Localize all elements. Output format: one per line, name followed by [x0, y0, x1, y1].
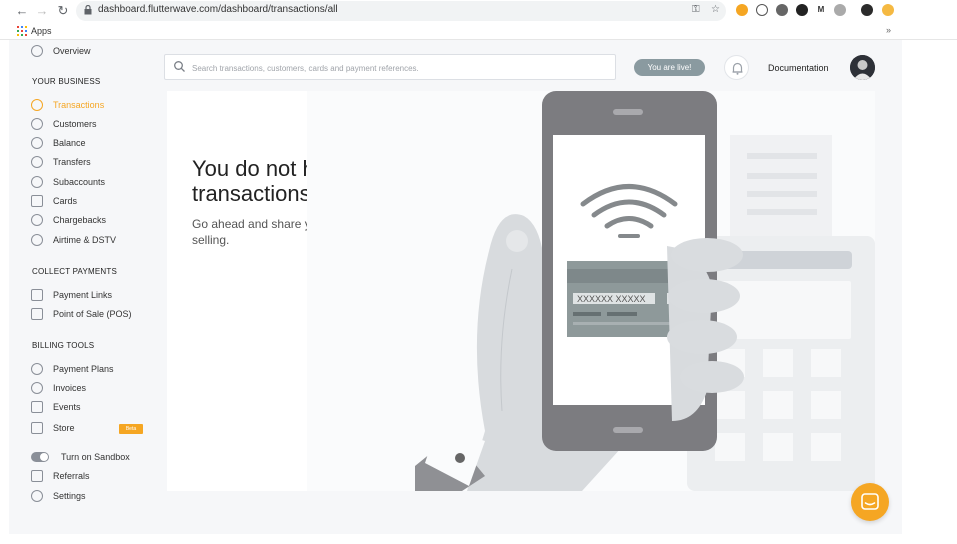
- payment-plans-icon: [31, 363, 43, 375]
- extension-icon[interactable]: [882, 4, 894, 16]
- sidebar-item-label: Store: [53, 423, 75, 433]
- forward-arrow-icon[interactable]: →: [34, 3, 50, 19]
- search-input[interactable]: [192, 60, 607, 76]
- sidebar-item-store[interactable]: Store: [31, 420, 75, 436]
- chat-icon: [861, 493, 879, 510]
- sidebar-item-label: Payment Links: [53, 290, 113, 300]
- bell-icon: [732, 62, 743, 75]
- sidebar-item-chargebacks[interactable]: Chargebacks: [31, 212, 106, 228]
- card-number-text: XXXXXX XXXXX: [577, 294, 646, 304]
- pocket-extension-icon[interactable]: [756, 4, 768, 16]
- notifications-button[interactable]: [724, 55, 749, 80]
- phone-payment-illustration: XXXXXX XXXXX: [307, 91, 875, 491]
- extension-icon[interactable]: [736, 4, 748, 16]
- chargebacks-icon: [31, 214, 43, 226]
- empty-state-card: You do not have any transactions yet. Go…: [167, 91, 875, 491]
- sidebar-item-balance[interactable]: Balance: [31, 135, 86, 151]
- extension-icon[interactable]: [796, 4, 808, 16]
- bookmarks-overflow[interactable]: »: [886, 25, 891, 35]
- store-icon: [31, 422, 43, 434]
- beta-badge: Beta: [119, 424, 143, 434]
- search-icon: [174, 61, 185, 72]
- sidebar-item-invoices[interactable]: Invoices: [31, 380, 86, 396]
- subaccounts-icon: [31, 176, 43, 188]
- sidebar-item-transfers[interactable]: Transfers: [31, 154, 91, 170]
- back-arrow-icon[interactable]: ←: [14, 3, 30, 19]
- chat-button[interactable]: [851, 483, 889, 521]
- avatar[interactable]: [850, 55, 875, 80]
- search-box[interactable]: [164, 54, 616, 80]
- sidebar-item-label: Subaccounts: [53, 177, 106, 187]
- browser-chrome: ← → ↻ dashboard.flutterwave.com/dashboar…: [0, 0, 957, 40]
- balance-icon: [31, 137, 43, 149]
- documentation-link[interactable]: Documentation: [768, 63, 829, 73]
- gear-icon: [31, 490, 43, 502]
- reload-icon[interactable]: ↻: [55, 3, 71, 19]
- bookmark-star-icon[interactable]: ☆: [711, 4, 720, 15]
- section-heading-collect-payments: COLLECT PAYMENTS: [32, 267, 117, 276]
- sidebar-item-label: Customers: [53, 119, 97, 129]
- pos-icon: [31, 308, 43, 320]
- sidebar-item-events[interactable]: Events: [31, 399, 81, 415]
- sidebar-item-referrals[interactable]: Referrals: [31, 468, 90, 484]
- sidebar-item-label: Settings: [53, 491, 86, 501]
- sidebar-item-label: Transfers: [53, 157, 91, 167]
- sidebar-item-subaccounts[interactable]: Subaccounts: [31, 174, 105, 190]
- events-icon: [31, 401, 43, 413]
- sidebar-item-overview[interactable]: Overview: [31, 43, 91, 59]
- lock-icon: [84, 5, 92, 15]
- user-avatar-image: [850, 55, 875, 80]
- transfers-icon: [31, 156, 43, 168]
- airtime-icon: [31, 234, 43, 246]
- profile-avatar-icon[interactable]: [861, 4, 873, 16]
- customers-icon: [31, 118, 43, 130]
- extension-icon[interactable]: [834, 4, 846, 16]
- sidebar-item-label: Payment Plans: [53, 364, 114, 374]
- sidebar-item-airtime[interactable]: Airtime & DSTV: [31, 232, 116, 248]
- sidebar-item-label: Balance: [53, 138, 86, 148]
- sidebar-item-label: Cards: [53, 196, 78, 206]
- apps-bookmark[interactable]: Apps: [31, 26, 52, 36]
- link-icon: [31, 289, 43, 301]
- cards-icon: [31, 195, 43, 207]
- sidebar-item-transactions[interactable]: Transactions: [31, 97, 104, 113]
- sidebar-item-label: Overview: [53, 46, 91, 56]
- sidebar-item-settings[interactable]: Settings: [31, 488, 86, 504]
- sidebar-item-label: Chargebacks: [53, 215, 107, 225]
- sidebar-item-cards[interactable]: Cards: [31, 193, 77, 209]
- referrals-icon: [31, 470, 43, 482]
- gmail-extension-icon[interactable]: M: [815, 4, 827, 16]
- overview-icon: [31, 45, 43, 57]
- invoices-icon: [31, 382, 43, 394]
- section-heading-your-business: YOUR BUSINESS: [32, 77, 101, 86]
- sidebar-item-customers[interactable]: Customers: [31, 116, 97, 132]
- sidebar-item-label: Airtime & DSTV: [53, 235, 117, 245]
- sidebar-item-label: Referrals: [53, 471, 90, 481]
- sidebar-item-label: Transactions: [53, 100, 105, 110]
- extension-icon[interactable]: [776, 4, 788, 16]
- sidebar-item-pos[interactable]: Point of Sale (POS): [31, 306, 132, 322]
- sidebar-item-label: Invoices: [53, 383, 87, 393]
- lightning-icon: [31, 99, 43, 111]
- sandbox-toggle[interactable]: Turn on Sandbox: [31, 449, 130, 465]
- apps-grid-icon[interactable]: [17, 26, 27, 36]
- sidebar-item-payment-plans[interactable]: Payment Plans: [31, 361, 114, 377]
- sidebar: Overview YOUR BUSINESS Transactions Cust…: [9, 40, 159, 534]
- toggle-icon[interactable]: [31, 452, 49, 462]
- sidebar-item-label: Point of Sale (POS): [53, 309, 132, 319]
- address-bar[interactable]: dashboard.flutterwave.com/dashboard/tran…: [76, 1, 726, 21]
- url-text: dashboard.flutterwave.com/dashboard/tran…: [98, 4, 338, 15]
- key-icon[interactable]: ⚿: [692, 4, 700, 15]
- live-status-badge[interactable]: You are live!: [634, 59, 705, 76]
- sidebar-item-payment-links[interactable]: Payment Links: [31, 287, 112, 303]
- bookmarks-bar: Apps »: [0, 22, 957, 40]
- sidebar-item-label: Turn on Sandbox: [61, 452, 130, 462]
- live-status-label: You are live!: [647, 63, 692, 72]
- section-heading-billing-tools: BILLING TOOLS: [32, 341, 95, 350]
- sidebar-item-label: Events: [53, 402, 81, 412]
